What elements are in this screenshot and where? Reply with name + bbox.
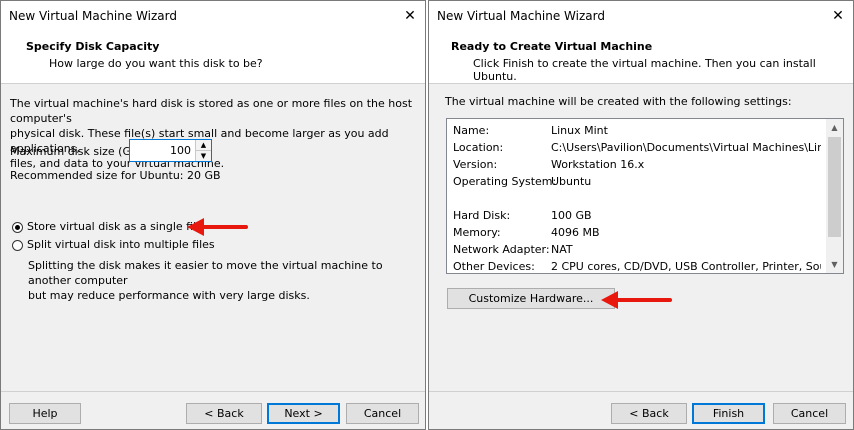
footer-divider (1, 391, 425, 392)
cancel-button[interactable]: Cancel (773, 403, 846, 424)
vertical-scrollbar[interactable]: ▲ ▼ (826, 119, 843, 273)
split-description: Splitting the disk makes it easier to mo… (28, 258, 425, 303)
next-button[interactable]: Next > (267, 403, 340, 424)
decrement-icon[interactable]: ▼ (196, 151, 211, 161)
disk-size-value[interactable]: 100 (141, 144, 191, 157)
setting-value: Workstation 16.x (551, 158, 645, 171)
settings-intro: The virtual machine will be created with… (445, 95, 792, 108)
recommended-size: Recommended size for Ubuntu: 20 GB (10, 169, 221, 182)
scroll-down-icon[interactable]: ▼ (826, 256, 843, 273)
split-files-label[interactable]: Split virtual disk into multiple files (27, 238, 215, 251)
max-size-label: Maximum disk size (GB): (10, 145, 147, 158)
setting-value: 2 CPU cores, CD/DVD, USB Controller, Pri… (551, 260, 821, 273)
split-files-radio[interactable] (12, 240, 23, 251)
page-subtitle: How large do you want this disk to be? (49, 57, 263, 70)
ready-to-create-dialog: New Virtual Machine Wizard ✕ Ready to Cr… (428, 0, 854, 430)
title-bar: New Virtual Machine Wizard ✕ (1, 1, 425, 31)
finish-button[interactable]: Finish (692, 403, 765, 424)
split-description-line: Splitting the disk makes it easier to mo… (28, 259, 383, 287)
stepper-buttons: ▲ ▼ (195, 140, 211, 161)
disk-description: The virtual machine's hard disk is store… (10, 96, 425, 171)
page-subtitle: Click Finish to create the virtual machi… (473, 57, 816, 83)
setting-key: Location: (453, 141, 504, 154)
setting-key: Name: (453, 124, 490, 137)
annotation-arrow-icon (187, 218, 248, 236)
cancel-button[interactable]: Cancel (346, 403, 419, 424)
setting-value: Ubuntu (551, 175, 592, 188)
window-title: New Virtual Machine Wizard (9, 9, 177, 23)
disk-capacity-dialog: New Virtual Machine Wizard ✕ Specify Dis… (0, 0, 426, 430)
customize-hardware-button[interactable]: Customize Hardware... (447, 288, 615, 309)
settings-list[interactable]: Name: Linux Mint Location: C:\Users\Pavi… (446, 118, 844, 274)
setting-value: Linux Mint (551, 124, 608, 137)
title-bar: New Virtual Machine Wizard ✕ (429, 1, 853, 31)
page-title: Specify Disk Capacity (26, 40, 160, 53)
window-title: New Virtual Machine Wizard (437, 9, 605, 23)
setting-value: 100 GB (551, 209, 592, 222)
help-button[interactable]: Help (9, 403, 81, 424)
split-description-line: but may reduce performance with very lar… (28, 289, 310, 302)
close-icon[interactable]: ✕ (395, 1, 425, 31)
footer-divider (429, 391, 853, 392)
setting-key: Other Devices: (453, 260, 535, 273)
back-button[interactable]: < Back (611, 403, 687, 424)
setting-value: NAT (551, 243, 573, 256)
single-file-label[interactable]: Store virtual disk as a single file (27, 220, 203, 233)
back-button[interactable]: < Back (186, 403, 262, 424)
single-file-radio[interactable] (12, 222, 23, 233)
scroll-up-icon[interactable]: ▲ (826, 119, 843, 136)
disk-size-stepper[interactable]: 100 ▲ ▼ (129, 139, 212, 162)
setting-key: Version: (453, 158, 498, 171)
setting-key: Hard Disk: (453, 209, 511, 222)
wizard-header: Ready to Create Virtual Machine Click Fi… (429, 31, 853, 84)
annotation-arrow-icon (601, 291, 672, 309)
wizard-header: Specify Disk Capacity How large do you w… (1, 31, 425, 84)
setting-value: C:\Users\Pavilion\Documents\Virtual Mach… (551, 141, 821, 154)
setting-key: Operating System: (453, 175, 557, 188)
close-icon[interactable]: ✕ (823, 1, 853, 31)
scrollbar-thumb[interactable] (828, 137, 841, 237)
setting-key: Network Adapter: (453, 243, 550, 256)
increment-icon[interactable]: ▲ (196, 140, 211, 151)
setting-value: 4096 MB (551, 226, 600, 239)
page-title: Ready to Create Virtual Machine (451, 40, 653, 53)
description-line: The virtual machine's hard disk is store… (10, 97, 413, 125)
setting-key: Memory: (453, 226, 501, 239)
